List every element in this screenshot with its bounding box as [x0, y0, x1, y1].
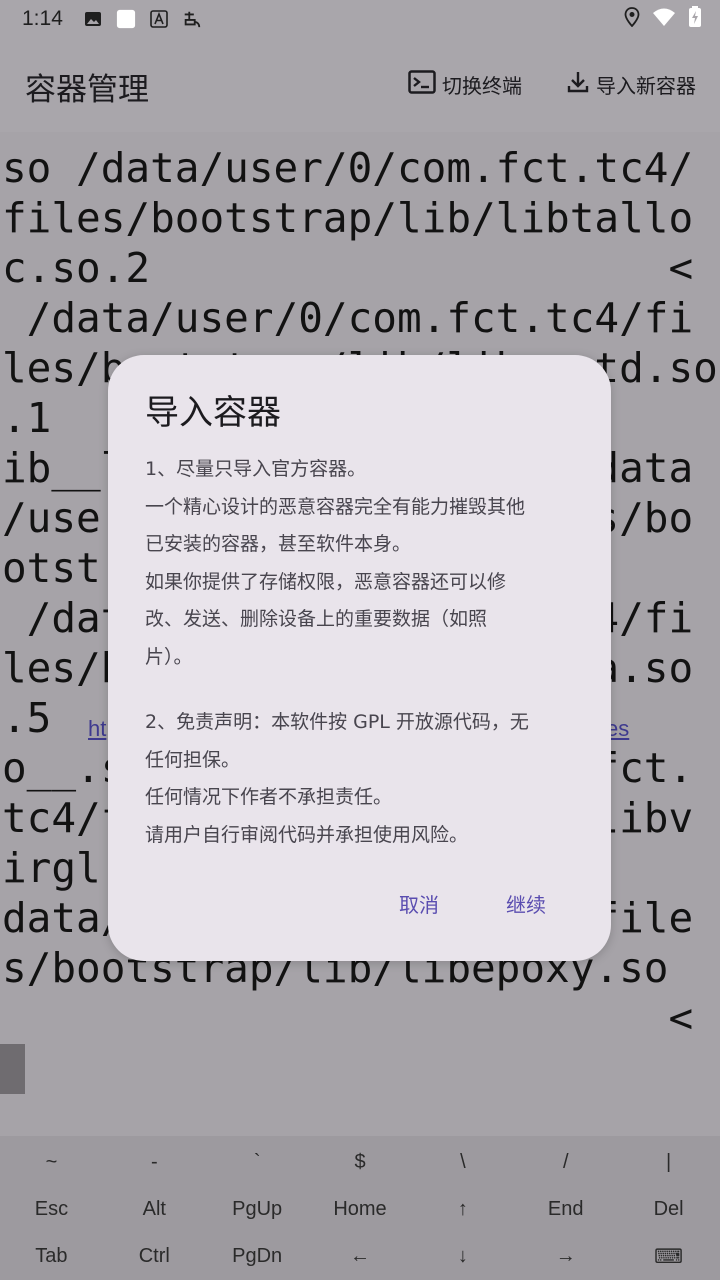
- dialog-message: 1、尽量只导入官方容器。 一个精心设计的恶意容器完全有能力摧毁其他 已安装的容器…: [145, 451, 575, 854]
- switch-terminal-label: 切换终端: [442, 74, 522, 98]
- dialog-text-line: 已安装的容器，甚至软件本身。: [145, 533, 412, 555]
- key-down[interactable]: ↓: [411, 1232, 514, 1280]
- key-esc[interactable]: Esc: [0, 1185, 103, 1233]
- terminal-line: irglr: [2, 844, 126, 892]
- dialog-text-line: 任何情况下作者不承担责任。: [145, 786, 393, 808]
- terminal-line: otstr: [2, 544, 126, 592]
- key-right[interactable]: →: [514, 1232, 617, 1280]
- key-alt[interactable]: Alt: [103, 1185, 206, 1233]
- switch-terminal-button[interactable]: 切换终端: [408, 70, 522, 99]
- extra-keys-bar: ~ - ` $ \ / | Esc Alt PgUp Home ↑ End De…: [0, 1136, 720, 1280]
- key-home[interactable]: Home: [309, 1185, 412, 1233]
- download-icon: [566, 70, 596, 99]
- app-bar: 容器管理 切换终端 导入新容器: [0, 38, 720, 132]
- dialog-text-line: 改、发送、删除设备上的重要数据（如照: [145, 608, 488, 630]
- location-icon: [624, 6, 640, 32]
- dialog-text-line: 一个精心设计的恶意容器完全有能力摧毁其他: [145, 495, 526, 518]
- terminal-line: .5: [2, 694, 52, 742]
- key-dash[interactable]: -: [103, 1138, 206, 1186]
- battery-icon: [688, 5, 702, 33]
- key-pgdn[interactable]: PgDn: [206, 1232, 309, 1280]
- terminal-cursor: [0, 1044, 25, 1094]
- terminal-line: <: [2, 994, 694, 1042]
- dialog-text-line: 如果你提供了存储权限，恶意容器还可以修: [145, 570, 507, 593]
- terminal-line: files/bootstrap/lib/libtallo: [2, 194, 694, 242]
- key-up[interactable]: ↑: [411, 1185, 514, 1233]
- dialog-text-line: 1、尽量只导入官方容器。: [145, 458, 367, 480]
- font-a-icon: [149, 9, 169, 29]
- key-pipe[interactable]: |: [617, 1138, 720, 1186]
- terminal-icon: [408, 70, 442, 99]
- cancel-button[interactable]: 取消: [391, 885, 447, 922]
- key-backslash[interactable]: \: [411, 1138, 514, 1186]
- key-end[interactable]: End: [514, 1185, 617, 1233]
- key-pgup[interactable]: PgUp: [206, 1185, 309, 1233]
- key-backtick[interactable]: `: [206, 1138, 309, 1186]
- terminal-line: .1: [2, 394, 52, 442]
- key-left[interactable]: ←: [309, 1232, 412, 1280]
- gesture-icon: [182, 9, 202, 29]
- continue-button[interactable]: 继续: [498, 885, 554, 922]
- key-del[interactable]: Del: [617, 1185, 720, 1233]
- dialog-spacer: [145, 676, 575, 704]
- key-tilde[interactable]: ~: [0, 1138, 103, 1186]
- terminal-line: so /data/user/0/com.fct.tc4/: [2, 144, 694, 192]
- dialog-title: 导入容器: [145, 393, 281, 433]
- wifi-icon: [652, 7, 676, 32]
- import-new-container-button[interactable]: 导入新容器: [566, 70, 696, 99]
- key-ctrl[interactable]: Ctrl: [103, 1232, 206, 1280]
- status-bar: 1:14: [0, 0, 720, 38]
- import-container-dialog: 导入容器 1、尽量只导入官方容器。 一个精心设计的恶意容器完全有能力摧毁其他 已…: [108, 355, 611, 961]
- import-new-label: 导入新容器: [596, 74, 696, 98]
- terminal-line: /data/user/0/com.fct.tc4/fi: [2, 294, 694, 342]
- dialog-text-line: 请用户自行审阅代码并承担使用风险。: [145, 823, 469, 846]
- key-dollar[interactable]: $: [309, 1138, 412, 1186]
- keyboard-icon[interactable]: ⌨: [617, 1232, 720, 1280]
- key-slash[interactable]: /: [514, 1138, 617, 1186]
- terminal-line: c.so.2 <: [2, 244, 694, 292]
- status-time: 1:14: [22, 7, 63, 30]
- dialog-text-line: 任何担保。: [145, 748, 241, 771]
- dialog-text-line: 2、免责声明：本软件按 GPL 开放源代码，无: [145, 711, 529, 733]
- page-title: 容器管理: [25, 72, 149, 108]
- app-square-icon: [116, 9, 136, 29]
- key-tab[interactable]: Tab: [0, 1232, 103, 1280]
- image-icon: [83, 9, 103, 29]
- terminal-link[interactable]: ht: [88, 716, 106, 742]
- dialog-text-line: 片）。: [145, 645, 193, 668]
